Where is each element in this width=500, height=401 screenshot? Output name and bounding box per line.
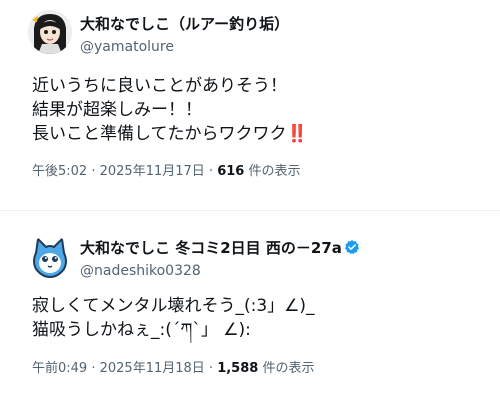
tweet-text-line: 猫吸うしかねぇ_:(´ཀ`」 ∠): [32, 320, 251, 340]
author-handle[interactable]: @yamatolure [80, 38, 174, 56]
meta-separator: · [87, 164, 100, 179]
verified-badge-icon [344, 239, 360, 255]
tweet-time[interactable]: 午後5:02 [32, 164, 87, 179]
author-display-name[interactable]: 大和なでしこ（ルアー釣り垢） [80, 14, 289, 34]
views-label: 件の表示 [262, 361, 315, 376]
tweet-text-line: 寂しくてメンタル壊れそう_(:3」∠)_ [32, 296, 315, 316]
tweet-text-line: 結果が超楽しみー！！ [32, 100, 202, 120]
tweet-text-line: 長いこと準備してたからワクワク‼️ [32, 122, 308, 146]
blue-cat-avatar-icon[interactable] [28, 235, 72, 279]
author-display-name-text: 大和なでしこ 冬コミ2日目 西の－27a [80, 239, 342, 257]
tweet-text: 寂しくてメンタル壊れそう_(:3」∠)_ 猫吸うしかねぇ_:(´ཀ`」 ∠): [32, 294, 315, 342]
tweet-text-line: 近いうちに良いことがありそう！ [32, 76, 287, 96]
tweet-date[interactable]: 2025年11月17日 [100, 164, 205, 179]
views-label: 件の表示 [248, 164, 301, 179]
tweet-text: 近いうちに良いことがありそう！ 結果が超楽しみー！！ 長いこと準備してたからワク… [32, 74, 308, 146]
views-count: 1,588 [217, 361, 259, 376]
meta-separator: · [204, 361, 218, 376]
tweet-card[interactable]: 大和なでしこ（ルアー釣り垢） @yamatolure 近いうちに良いことがありそ… [0, 0, 500, 200]
views-count: 616 [217, 164, 245, 179]
meta-separator: · [87, 361, 100, 376]
author-handle[interactable]: @nadeshiko0328 [80, 262, 201, 280]
tweet-text-line-content: 長いこと準備してたからワクワク [32, 124, 287, 144]
tweet-time[interactable]: 午前0:49 [32, 361, 87, 376]
tweet-meta: 午前0:49 · 2025年11月18日 · 1,588 件の表示 [32, 360, 314, 378]
tweet-meta: 午後5:02 · 2025年11月17日 · 616 件の表示 [32, 163, 300, 181]
double-exclamation-emoji: ‼️ [286, 124, 308, 144]
tweet-card[interactable]: 大和なでしこ 冬コミ2日目 西の－27a @nadeshiko0328 寂しくて… [0, 210, 500, 401]
anime-girl-avatar-icon[interactable] [28, 10, 72, 54]
tweet-date[interactable]: 2025年11月18日 [100, 361, 205, 376]
meta-separator: · [204, 164, 218, 179]
author-display-name[interactable]: 大和なでしこ 冬コミ2日目 西の－27a [80, 238, 360, 258]
